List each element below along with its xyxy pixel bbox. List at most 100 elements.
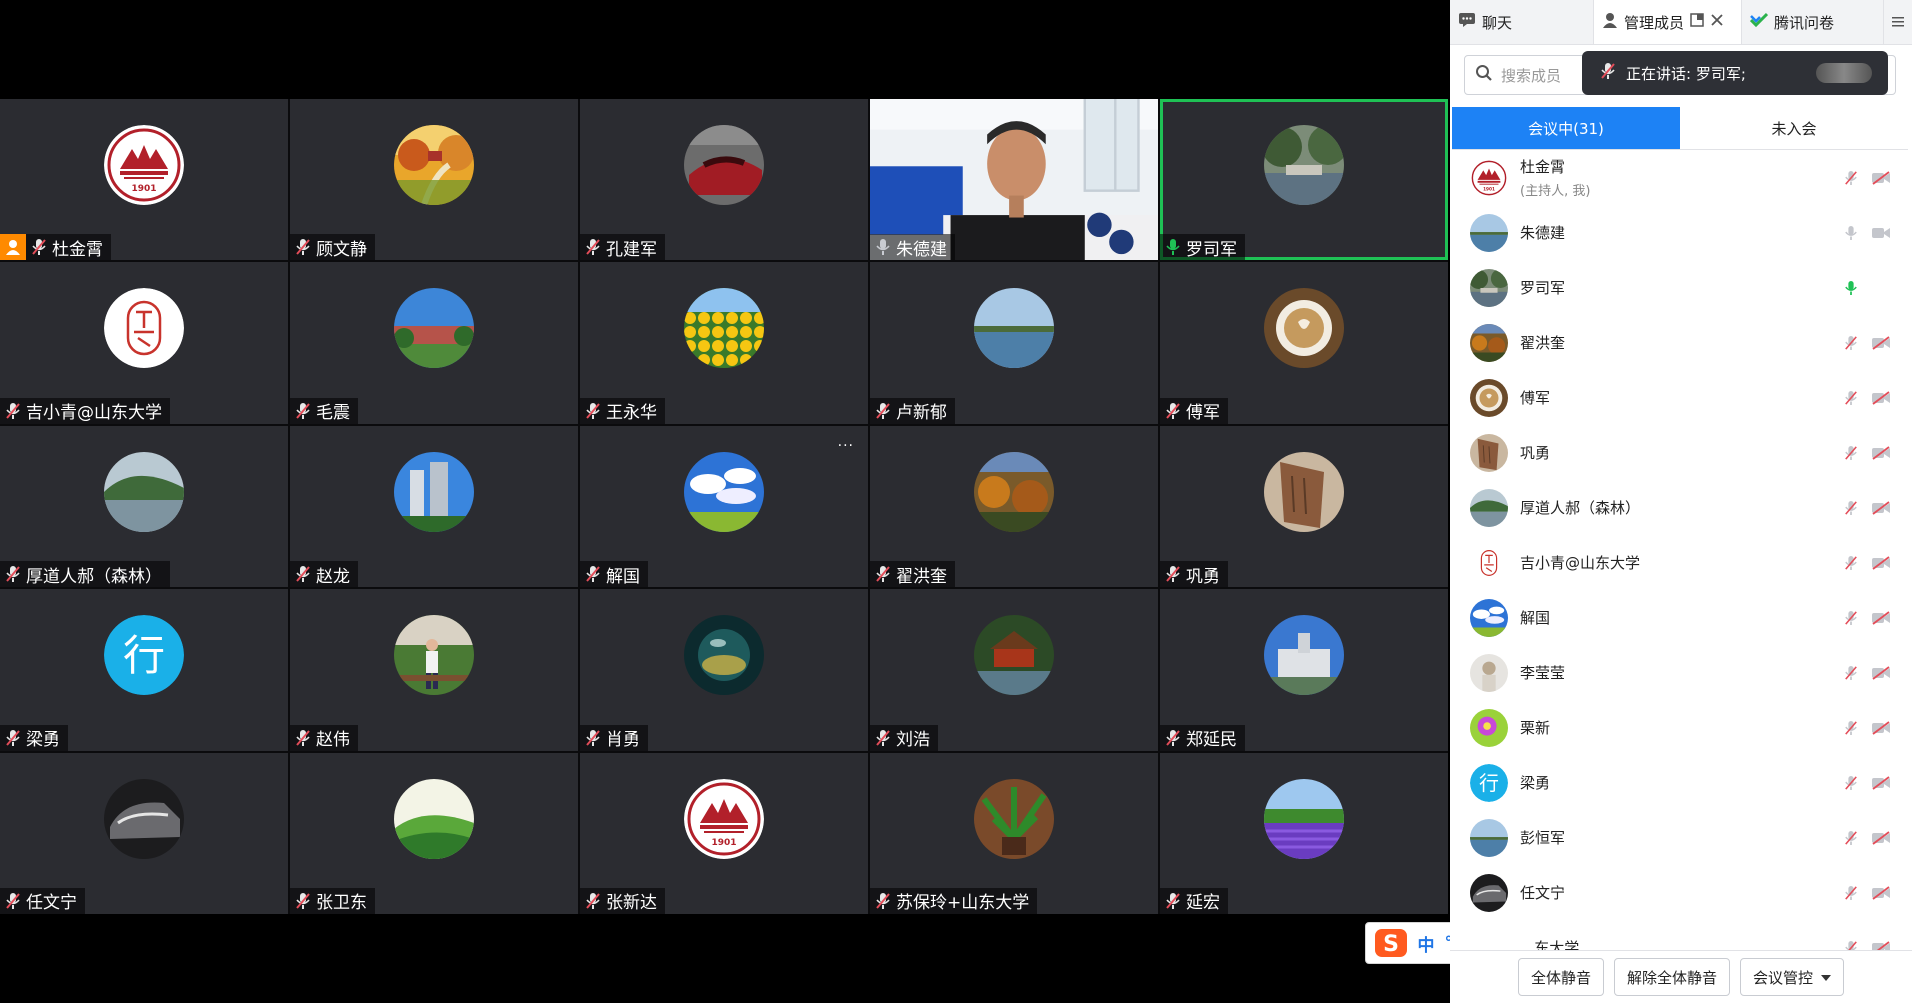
- camera-off-icon[interactable]: [1870, 333, 1892, 353]
- member-row[interactable]: 翟洪奎: [1450, 315, 1912, 370]
- mic-muted-icon[interactable]: [1842, 443, 1860, 463]
- meeting-control-button[interactable]: 会议管控: [1740, 958, 1845, 996]
- video-tile[interactable]: 1901 杜金霄: [0, 99, 288, 261]
- member-avatar: [1470, 873, 1508, 912]
- mic-muted-icon[interactable]: [1842, 168, 1860, 188]
- video-tile[interactable]: 厚道人郝（森林）: [0, 425, 288, 588]
- sogou-logo-icon[interactable]: S: [1372, 925, 1410, 961]
- camera-off-icon[interactable]: [1870, 608, 1892, 628]
- video-tile[interactable]: 毛震: [290, 262, 578, 424]
- mic-muted-icon[interactable]: [1842, 883, 1860, 903]
- video-tile[interactable]: 巩勇: [1160, 425, 1448, 588]
- video-tile[interactable]: 行梁勇: [0, 589, 288, 751]
- mic-muted-icon[interactable]: [1842, 498, 1860, 518]
- video-tile[interactable]: 张卫东: [290, 752, 578, 914]
- camera-off-icon[interactable]: [1870, 938, 1892, 950]
- video-tile[interactable]: 顾文静: [290, 99, 578, 261]
- member-row[interactable]: 解国: [1450, 590, 1912, 645]
- member-row[interactable]: 吉小青@山东大学: [1450, 535, 1912, 590]
- video-tile[interactable]: 1901 张新达: [580, 752, 868, 914]
- camera-icon[interactable]: [1870, 223, 1892, 243]
- member-row[interactable]: 任文宁: [1450, 865, 1912, 920]
- camera-off-icon[interactable]: [1870, 663, 1892, 683]
- segment-not-joined[interactable]: 未入会: [1680, 107, 1908, 149]
- camera-off-icon[interactable]: [1870, 773, 1892, 793]
- camera-off-icon[interactable]: [1870, 883, 1892, 903]
- tab-members[interactable]: 管理成员: [1594, 0, 1742, 44]
- mic-muted-icon: [584, 237, 602, 257]
- participant-avatar: [684, 615, 764, 696]
- member-avatar: [1470, 488, 1508, 527]
- participant-name: 毛震: [316, 403, 350, 424]
- video-tile[interactable]: 苏保玲+山东大学: [870, 752, 1158, 914]
- member-row[interactable]: 行 梁勇: [1450, 755, 1912, 810]
- member-row[interactable]: 彭恒军: [1450, 810, 1912, 865]
- member-row[interactable]: 1901 杜金霄 (主持人, 我): [1450, 150, 1912, 205]
- video-tile[interactable]: 肖勇: [580, 589, 868, 751]
- segment-in-meeting[interactable]: 会议中(31): [1452, 107, 1680, 149]
- video-tile[interactable]: 朱德建: [870, 99, 1158, 261]
- camera-off-icon[interactable]: [1870, 388, 1892, 408]
- video-tile[interactable]: 吉小青@山东大学: [0, 262, 288, 424]
- member-row[interactable]: 厚道人郝（森林）: [1450, 480, 1912, 535]
- tab-survey[interactable]: 腾讯问卷: [1742, 0, 1884, 44]
- mic-muted-icon[interactable]: [1842, 828, 1860, 848]
- camera-off-icon[interactable]: [1870, 553, 1892, 573]
- mic-muted-icon[interactable]: [1842, 553, 1860, 573]
- participant-name: 解国: [606, 566, 640, 587]
- popout-icon[interactable]: [1690, 13, 1704, 31]
- video-tile[interactable]: 赵伟: [290, 589, 578, 751]
- video-tile[interactable]: 罗司军: [1160, 99, 1448, 261]
- tab-menu-icon[interactable]: [1884, 0, 1912, 44]
- mic-muted-icon[interactable]: [1842, 773, 1860, 793]
- camera-off-icon[interactable]: [1870, 498, 1892, 518]
- video-tile[interactable]: 任文宁: [0, 752, 288, 914]
- mic-muted-icon[interactable]: [1842, 663, 1860, 683]
- member-name: 任文宁: [1520, 884, 1566, 902]
- video-tile[interactable]: 延宏: [1160, 752, 1448, 914]
- mic-muted-icon[interactable]: [1842, 333, 1860, 353]
- participant-nametag: 罗司军: [1160, 234, 1245, 261]
- member-row[interactable]: 栗新: [1450, 700, 1912, 755]
- video-tile[interactable]: 翟洪奎: [870, 425, 1158, 588]
- camera-off-icon[interactable]: [1870, 828, 1892, 848]
- video-tile[interactable]: 卢新郁: [870, 262, 1158, 424]
- mic-muted-icon[interactable]: [1842, 388, 1860, 408]
- participant-name: 任文宁: [26, 893, 77, 914]
- mic-muted-icon[interactable]: [1842, 718, 1860, 738]
- video-tile[interactable]: 傅军: [1160, 262, 1448, 424]
- mic-muted-icon: [4, 564, 22, 584]
- participant-avatar: [394, 778, 474, 859]
- more-options-icon[interactable]: ···: [838, 438, 854, 454]
- camera-off-icon[interactable]: [1870, 443, 1892, 463]
- participant-name: 巩勇: [1186, 566, 1220, 587]
- mic-muted-icon[interactable]: [1842, 608, 1860, 628]
- video-tile[interactable]: 孔建军: [580, 99, 868, 261]
- member-row[interactable]: 傅军: [1450, 370, 1912, 425]
- member-row[interactable]: ...东大学: [1450, 920, 1912, 950]
- video-tile[interactable]: 刘浩: [870, 589, 1158, 751]
- mic-muted-icon[interactable]: [1842, 938, 1860, 950]
- mic-icon[interactable]: [1842, 278, 1860, 298]
- member-row[interactable]: 罗司军: [1450, 260, 1912, 315]
- camera-off-icon[interactable]: [1870, 718, 1892, 738]
- mute-all-button[interactable]: 全体静音: [1517, 958, 1604, 996]
- member-row[interactable]: 朱德建: [1450, 205, 1912, 260]
- participant-name: 厚道人郝（森林）: [26, 566, 162, 587]
- mic-icon[interactable]: [1842, 223, 1860, 243]
- camera-off-icon[interactable]: [1870, 168, 1892, 188]
- video-tile[interactable]: 郑延民: [1160, 589, 1448, 751]
- ime-lang-toggle[interactable]: 中: [1416, 931, 1436, 956]
- video-tile[interactable]: 王永华: [580, 262, 868, 424]
- member-name: 彭恒军: [1520, 829, 1566, 847]
- tab-chat[interactable]: 聊天: [1450, 0, 1594, 44]
- member-row[interactable]: 李莹莹: [1450, 645, 1912, 700]
- close-icon[interactable]: [1710, 13, 1724, 31]
- participant-name: 顾文静: [316, 239, 367, 260]
- unmute-all-button[interactable]: 解除全体静音: [1613, 958, 1730, 996]
- video-tile[interactable]: ··· 解国: [580, 425, 868, 588]
- member-name: 翟洪奎: [1520, 334, 1566, 352]
- participant-nametag: 任文宁: [0, 887, 85, 914]
- member-row[interactable]: 巩勇: [1450, 425, 1912, 480]
- video-tile[interactable]: 赵龙: [290, 425, 578, 588]
